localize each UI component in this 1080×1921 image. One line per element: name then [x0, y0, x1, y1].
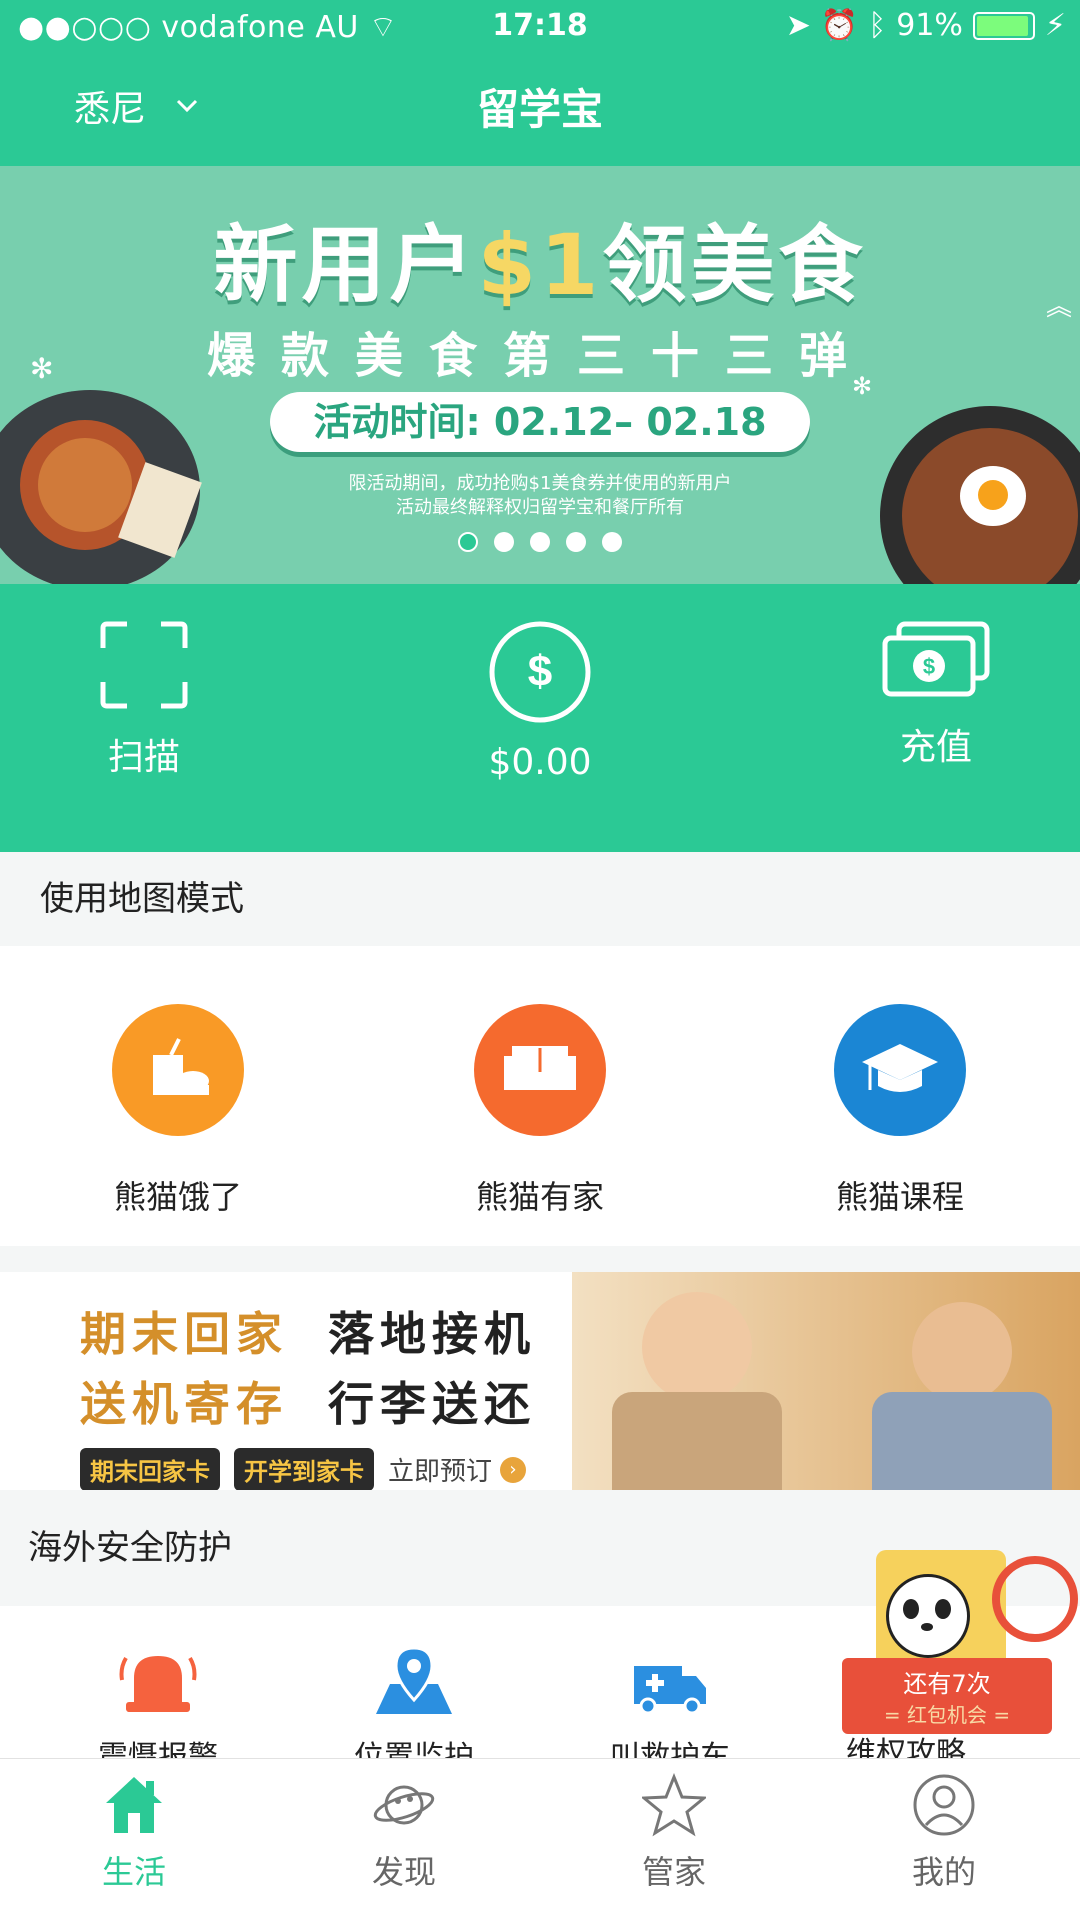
- banner-title-amount: $1: [477, 216, 603, 314]
- safety-item-label: 叫救护车: [610, 1740, 730, 1758]
- tab-discover[interactable]: 发现: [304, 1773, 504, 1893]
- gift-line2: = 红包机会 =: [883, 1703, 1011, 1727]
- map-mode-label: 使用地图模式: [40, 879, 244, 919]
- graduation-cap-icon: [834, 1004, 966, 1136]
- double-chevron-icon: ︽: [1046, 292, 1073, 322]
- recharge-label: 充值: [899, 727, 972, 768]
- ambulance-icon: [634, 1666, 706, 1715]
- tab-label: 我的: [911, 1853, 976, 1891]
- tab-label: 管家: [641, 1853, 706, 1891]
- tab-label: 发现: [371, 1853, 436, 1891]
- carousel-dot[interactable]: [494, 532, 514, 552]
- carousel-dots: [0, 532, 1080, 552]
- gift-ribbon: 还有7次 = 红包机会 =: [842, 1658, 1052, 1734]
- top-header: ●●○○○ vodafone AU ⌔ 17:18 ➤ ⏰ ᛒ 91% ⚡ 悉尼…: [0, 0, 1080, 166]
- location-arrow-icon: ➤: [785, 8, 811, 43]
- banner-activity-time: 活动时间: 02.12– 02.18: [270, 392, 810, 452]
- food-icon: [112, 1004, 244, 1136]
- carousel-dot[interactable]: [566, 532, 586, 552]
- chevron-right-icon: ›: [500, 1456, 527, 1483]
- carousel-dot[interactable]: [530, 532, 550, 552]
- user-icon: [913, 1774, 975, 1836]
- promo-line2-right: 行李送还: [328, 1377, 537, 1431]
- home-icon: [106, 1777, 162, 1833]
- banner-note-line1: 限活动期间，成功抢购$1美食券并使用的新用户: [348, 473, 732, 494]
- safety-item[interactable]: 震慑报警: [58, 1644, 258, 1758]
- service-food[interactable]: 熊猫饿了: [68, 1004, 288, 1218]
- cash-icon: $: [882, 621, 990, 697]
- tab-life[interactable]: 生活: [34, 1773, 234, 1893]
- status-right: ➤ ⏰ ᛒ 91% ⚡: [786, 8, 1066, 43]
- quick-actions: 扫描 $ $0.00 $ 充值: [0, 584, 1080, 852]
- balance-button[interactable]: $ $0.00: [440, 620, 640, 783]
- banner-title-suffix: 领美食: [602, 216, 867, 314]
- promo-line1-left: 期末回家: [80, 1307, 288, 1361]
- carousel-dot[interactable]: [458, 532, 478, 552]
- banner-title-prefix: 新用户: [213, 216, 478, 314]
- promo-line1-right: 落地接机: [328, 1307, 537, 1361]
- safety-item[interactable]: 位置监护: [314, 1644, 514, 1758]
- safety-item-label: 震慑报警: [98, 1740, 218, 1758]
- svg-text:$: $: [528, 647, 552, 696]
- alarm-icon: ⏰: [820, 8, 859, 43]
- promo-photo: [572, 1272, 1080, 1490]
- red-packet-gift-button[interactable]: 还有7次 = 红包机会 =: [842, 1510, 1078, 1740]
- banner-note: 限活动期间，成功抢购$1美食券并使用的新用户 活动最终解释权归留学宝和餐厅所有: [0, 472, 1080, 520]
- dollar-circle-icon: $: [489, 621, 591, 723]
- recharge-button[interactable]: $ 充值: [836, 620, 1036, 770]
- safety-item[interactable]: 叫救护车: [570, 1644, 770, 1758]
- banner-note-line2: 活动最终解释权归留学宝和餐厅所有: [396, 497, 684, 518]
- service-label: 熊猫课程: [835, 1178, 964, 1216]
- charging-icon: ⚡: [1044, 8, 1066, 43]
- service-courses[interactable]: 熊猫课程: [790, 1004, 1010, 1218]
- alarm-bell-icon: [119, 1656, 197, 1712]
- planet-icon: [373, 1785, 435, 1825]
- tab-butler[interactable]: 管家: [574, 1772, 774, 1893]
- scan-button[interactable]: 扫描: [44, 620, 244, 780]
- map-mode-row[interactable]: 使用地图模式: [0, 852, 1080, 946]
- ribbon-bow-icon: [992, 1556, 1078, 1642]
- sofa-icon: [474, 1004, 606, 1136]
- panda-icon: [886, 1574, 970, 1658]
- star-icon: [640, 1772, 708, 1837]
- sparkle-icon: ✻: [30, 352, 54, 385]
- divider: [0, 1246, 1080, 1272]
- location-map-icon: [376, 1646, 452, 1714]
- service-housing[interactable]: 熊猫有家: [430, 1004, 650, 1218]
- svg-text:$: $: [923, 654, 935, 679]
- gift-line1: 还有7次: [903, 1670, 991, 1698]
- carousel-dot[interactable]: [602, 532, 622, 552]
- service-label: 熊猫有家: [475, 1178, 604, 1216]
- promo-tag[interactable]: 开学到家卡: [234, 1448, 374, 1490]
- promo-text: 期末回家 落地接机 送机寄存 行李送还 期末回家卡 开学到家卡 立即预订 ›: [80, 1298, 536, 1490]
- services-grid: 熊猫饿了 熊猫有家 熊猫课程: [0, 946, 1080, 1246]
- promo-line2-left: 送机寄存: [80, 1377, 288, 1431]
- battery-percent: 91%: [896, 8, 963, 43]
- promo-tag[interactable]: 期末回家卡: [80, 1448, 220, 1490]
- balance-value: $0.00: [488, 742, 592, 783]
- scan-label: 扫描: [107, 737, 180, 778]
- battery-icon: [972, 11, 1035, 40]
- promo-cta[interactable]: 立即预订: [388, 1451, 492, 1488]
- safety-item-label: 位置监护: [354, 1740, 474, 1758]
- banner-subtitle: 爆款美食第三十三弹: [206, 328, 873, 384]
- tab-mine[interactable]: 我的: [844, 1773, 1044, 1893]
- tab-label: 生活: [101, 1853, 166, 1891]
- safety-label: 海外安全防护: [28, 1528, 232, 1568]
- page-title: 留学宝: [476, 85, 603, 134]
- promo-banner[interactable]: 新用户$1领美食 爆款美食第三十三弹 活动时间: 02.12– 02.18 限活…: [0, 166, 1080, 584]
- banner-title: 新用户$1领美食: [0, 198, 1080, 319]
- sparkle-icon: ✻: [852, 372, 873, 400]
- airport-promo-banner[interactable]: 期末回家 落地接机 送机寄存 行李送还 期末回家卡 开学到家卡 立即预订 ›: [0, 1272, 1080, 1490]
- bottom-tab-bar: 生活 发现 管家 我的: [0, 1758, 1080, 1921]
- bluetooth-icon: ᛒ: [868, 8, 887, 43]
- service-label: 熊猫饿了: [113, 1178, 242, 1216]
- scan-icon: [100, 621, 188, 709]
